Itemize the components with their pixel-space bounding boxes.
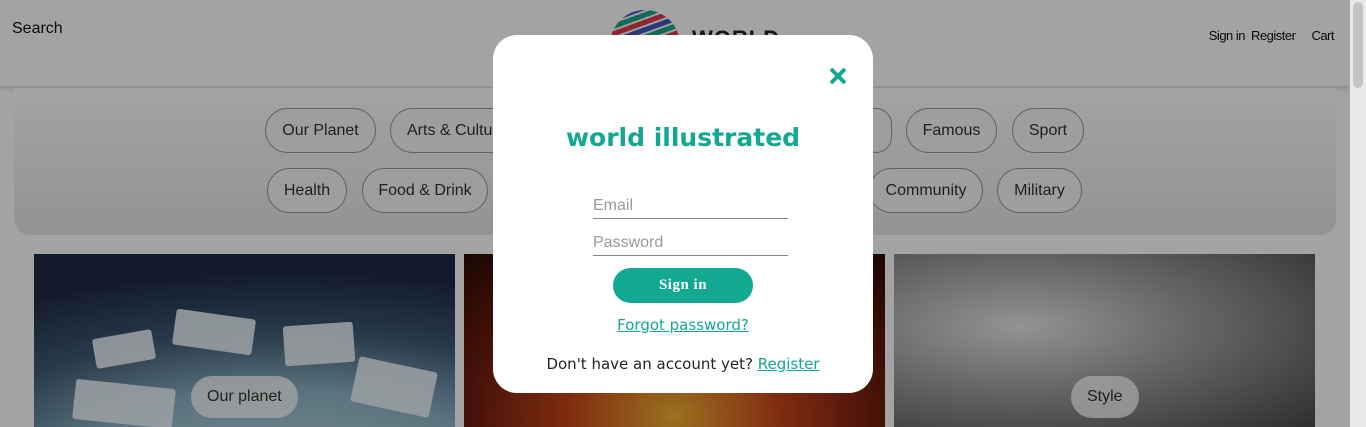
- close-icon[interactable]: [827, 65, 849, 87]
- page-scrollbar[interactable]: [1350, 0, 1366, 427]
- register-link-modal[interactable]: Register: [758, 355, 820, 373]
- register-prompt: Don't have an account yet? Register: [493, 355, 873, 373]
- modal-title: world illustrated: [565, 123, 801, 152]
- register-prompt-text: Don't have an account yet?: [546, 355, 753, 373]
- password-field[interactable]: [593, 226, 788, 256]
- signin-modal: world illustrated Sign in Forgot passwor…: [493, 35, 873, 393]
- forgot-password-link[interactable]: Forgot password?: [493, 316, 873, 334]
- scrollbar-thumb[interactable]: [1353, 2, 1363, 88]
- email-field[interactable]: [593, 189, 788, 219]
- signin-button[interactable]: Sign in: [613, 268, 753, 303]
